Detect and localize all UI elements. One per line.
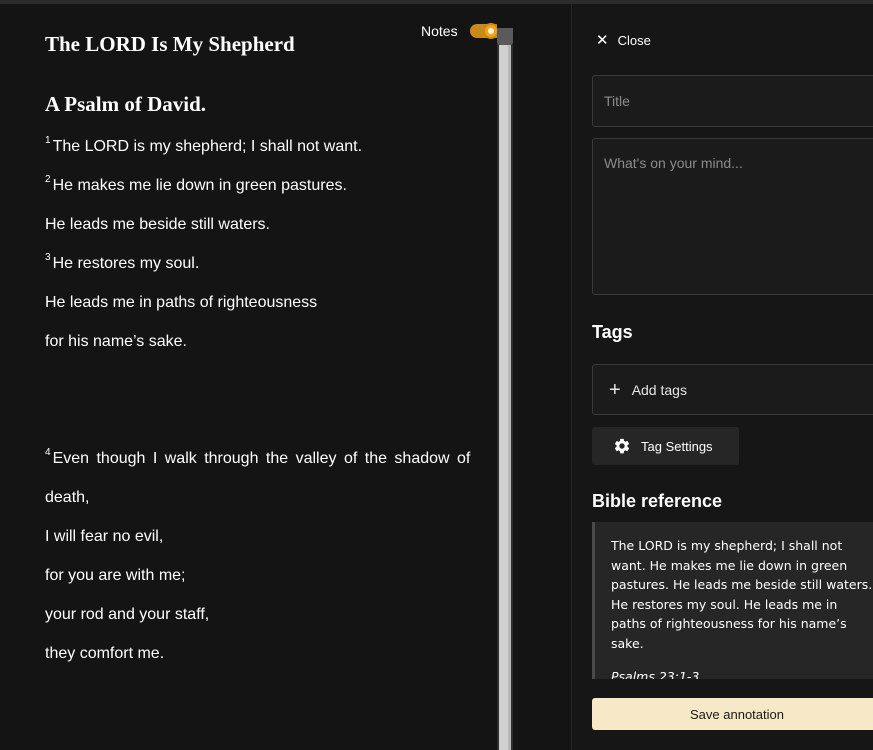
- title-input[interactable]: [592, 75, 873, 127]
- notes-toggle-label: Notes: [421, 23, 458, 39]
- annotation-panel: ✕ Close Tags + Add tags Tag Settings Bib…: [572, 4, 873, 750]
- verse-text: death,: [45, 489, 90, 506]
- verse-line[interactable]: He leads me in paths of righteousness: [45, 294, 317, 312]
- reader-scrollbar[interactable]: [497, 28, 513, 750]
- verse-number: 3: [45, 252, 51, 263]
- verse-line[interactable]: 3 He restores my soul.: [45, 252, 200, 273]
- verse-text: He leads me beside still waters.: [45, 216, 270, 233]
- verse-line[interactable]: 2 He makes me lie down in green pastures.: [45, 174, 347, 195]
- reference-quote: The LORD is my shepherd; I shall not wan…: [611, 538, 873, 651]
- verse-text: for you are with me;: [45, 567, 186, 584]
- bible-reference-heading: Bible reference: [592, 491, 723, 511]
- verse-line[interactable]: 4 Even though I walk through the valley o…: [45, 447, 497, 468]
- tag-settings-button[interactable]: Tag Settings: [592, 427, 739, 465]
- close-icon: ✕: [596, 31, 609, 49]
- verse-text: for his name’s sake.: [45, 333, 187, 350]
- add-tags-label: Add tags: [631, 381, 687, 398]
- verse-number: 2: [45, 174, 51, 185]
- verse-text: they comfort me.: [45, 645, 165, 662]
- save-annotation-button[interactable]: Save annotation: [592, 698, 873, 730]
- scrollbar-thumb[interactable]: [499, 45, 511, 750]
- verse-line[interactable]: I will fear no evil,: [45, 528, 163, 546]
- tag-settings-label: Tag Settings: [641, 438, 713, 454]
- bible-reference-card: The LORD is my shepherd; I shall not wan…: [592, 522, 873, 679]
- close-button[interactable]: ✕ Close: [596, 29, 651, 51]
- add-tags-button[interactable]: + Add tags: [592, 364, 873, 415]
- bible-reader-pane: The LORD Is My Shepherd A Psalm of David…: [0, 4, 497, 750]
- psalm-heading: A Psalm of David.: [45, 92, 207, 116]
- tags-heading: Tags: [592, 322, 633, 342]
- note-body-textarea[interactable]: [592, 138, 873, 295]
- verse-number: 1: [45, 135, 51, 146]
- close-label: Close: [617, 32, 651, 48]
- gear-icon: [614, 438, 630, 454]
- verse-text: your rod and your staff,: [45, 606, 210, 623]
- verse-number: 4: [45, 447, 51, 458]
- reference-citation: Psalms 23:1-3: [611, 669, 700, 679]
- verse-line[interactable]: for you are with me;: [45, 567, 186, 585]
- verse-text: He leads me in paths of righteousness: [45, 294, 318, 311]
- verse-text: He makes me lie down in green pastures.: [52, 177, 347, 194]
- notes-toggle[interactable]: [470, 23, 497, 39]
- toggle-knob-icon: [483, 23, 497, 39]
- plus-icon: +: [609, 378, 621, 401]
- verse-line[interactable]: 1 The LORD is my shepherd; I shall not wa…: [45, 135, 363, 156]
- verse-text: The LORD is my shepherd; I shall not wan…: [52, 138, 363, 155]
- verse-line[interactable]: He leads me beside still waters.: [45, 216, 270, 234]
- verse-line[interactable]: your rod and your staff,: [45, 606, 209, 624]
- verse-text: I will fear no evil,: [45, 528, 164, 545]
- verse-line[interactable]: they comfort me.: [45, 645, 164, 663]
- verse-text: He restores my soul.: [52, 255, 200, 272]
- verse-line[interactable]: for his name’s sake.: [45, 333, 187, 351]
- verse-text: Even though I walk through the valley of…: [52, 450, 471, 467]
- verse-line[interactable]: death,: [45, 489, 89, 507]
- chapter-title: The LORD Is My Shepherd: [45, 32, 295, 56]
- scrollbar-top-cap: [497, 28, 513, 45]
